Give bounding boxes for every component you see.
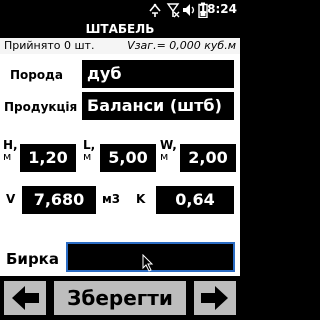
volume-icon — [182, 2, 196, 18]
arrow-left-icon — [12, 286, 39, 310]
page-title: ШТАБЕЛЬ — [0, 20, 240, 38]
species-field[interactable]: дуб — [82, 60, 234, 88]
arrow-right-icon — [201, 286, 228, 310]
forward-button[interactable] — [194, 281, 236, 315]
width-label: W, м — [160, 138, 177, 163]
coefficient-label: K — [136, 192, 146, 206]
summary-bar: Прийнято 0 шт. Vзаг.= 0,000 куб.м — [0, 38, 240, 54]
product-label: Продукція — [4, 100, 78, 114]
accepted-count: Прийнято 0 шт. — [4, 39, 95, 52]
length-label: L, м — [83, 138, 96, 163]
coefficient-field[interactable]: 0,64 — [156, 186, 234, 214]
tag-label: Бирка — [6, 250, 59, 268]
clock: 18:24 — [198, 2, 237, 16]
total-volume: Vзаг.= 0,000 куб.м — [127, 39, 236, 52]
mouse-cursor-icon — [142, 253, 154, 276]
volume-unit: м3 — [102, 192, 121, 206]
length-field[interactable]: 5,00 — [100, 144, 156, 172]
width-field[interactable]: 2,00 — [180, 144, 236, 172]
back-button[interactable] — [4, 281, 46, 315]
stack-form: Порода дуб Продукція Баланси (штб) H, м … — [0, 54, 240, 276]
height-field[interactable]: 1,20 — [20, 144, 76, 172]
no-signal-icon — [166, 2, 180, 18]
save-button[interactable]: Зберегти — [54, 281, 186, 315]
footer-toolbar: Зберегти — [0, 276, 240, 320]
height-label: H, м — [3, 138, 18, 163]
volume-field: 7,680 — [22, 186, 96, 214]
volume-label: V — [6, 192, 16, 206]
product-field[interactable]: Баланси (штб) — [82, 92, 234, 120]
connectivity-icon — [146, 2, 164, 18]
status-bar: 18:24 — [0, 0, 240, 20]
species-label: Порода — [10, 68, 63, 82]
